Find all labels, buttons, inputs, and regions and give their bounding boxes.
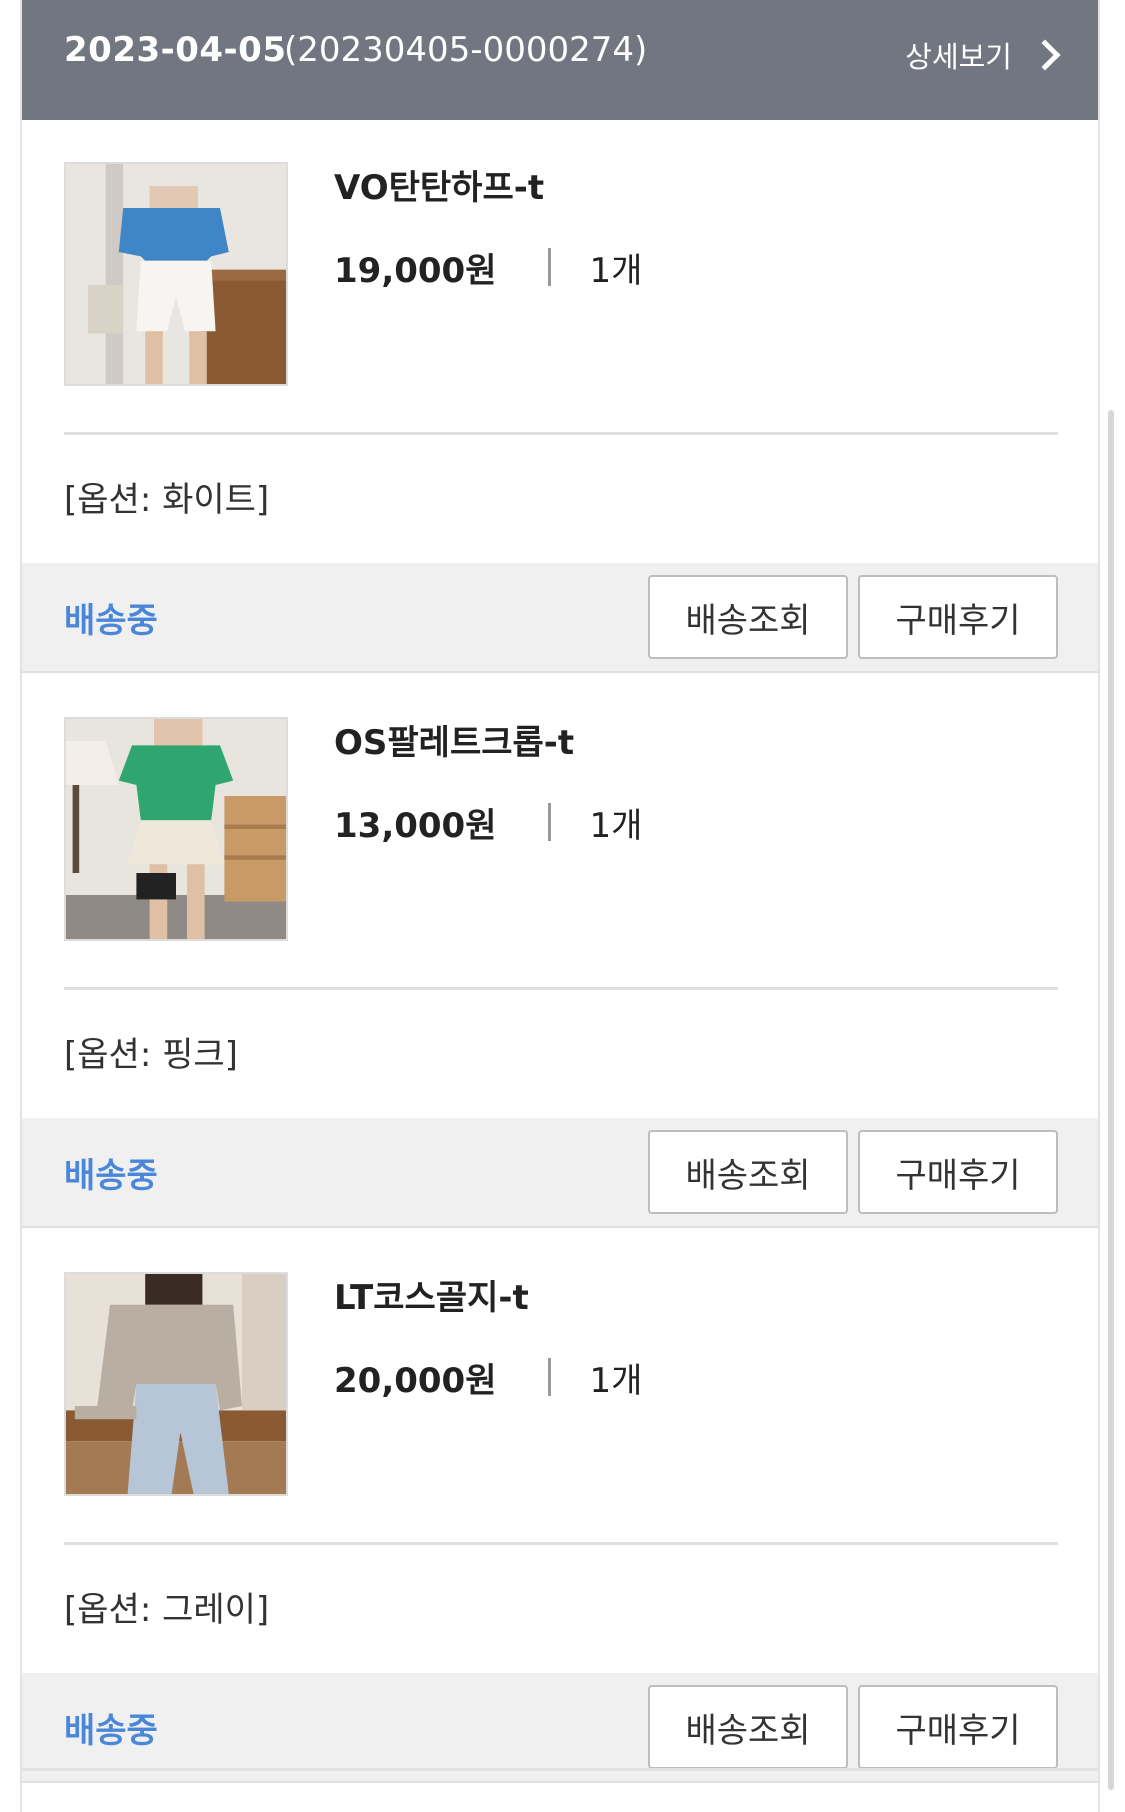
delivery-status: 배송중 bbox=[64, 1156, 158, 1196]
delivery-status: 배송중 bbox=[64, 1711, 158, 1751]
product-photo-icon bbox=[66, 719, 286, 939]
product-thumbnail[interactable] bbox=[64, 717, 288, 941]
price-qty-row: 20,000원 1개 bbox=[334, 1352, 642, 1402]
delivery-status: 배송중 bbox=[64, 601, 158, 641]
divider bbox=[22, 1768, 1098, 1771]
scrollbar[interactable] bbox=[1108, 410, 1114, 1790]
track-delivery-button[interactable]: 배송조회 bbox=[648, 575, 848, 659]
view-details-link[interactable]: 상세보기 bbox=[905, 30, 1061, 80]
order-card: 2023-04-05 (20230405-0000274) 상세보기 VO탄탄하… bbox=[20, 0, 1100, 1812]
divider bbox=[64, 1542, 1058, 1545]
product-name[interactable]: VO탄탄하프-t bbox=[334, 160, 544, 209]
item-status-bar: 배송중 배송조회 구매후기 bbox=[22, 563, 1098, 673]
order-number: (20230405-0000274) bbox=[284, 30, 648, 70]
product-name[interactable]: OS팔레트크롭-t bbox=[334, 715, 574, 764]
divider bbox=[548, 1358, 552, 1396]
product-thumbnail[interactable] bbox=[64, 162, 288, 386]
product-option: [옵션: 화이트] bbox=[64, 480, 270, 520]
divider bbox=[64, 987, 1058, 990]
price-qty-row: 19,000원 1개 bbox=[334, 242, 642, 292]
product-option: [옵션: 그레이] bbox=[64, 1590, 270, 1630]
write-review-button[interactable]: 구매후기 bbox=[858, 1130, 1058, 1214]
write-review-button[interactable]: 구매후기 bbox=[858, 575, 1058, 659]
product-quantity: 1개 bbox=[589, 250, 643, 291]
product-price: 19,000원 bbox=[334, 250, 497, 291]
product-quantity: 1개 bbox=[589, 1360, 643, 1401]
product-price: 20,000원 bbox=[334, 1360, 497, 1401]
chevron-right-icon bbox=[1029, 39, 1061, 71]
order-item: OS팔레트크롭-t 13,000원 1개 [옵션: 핑크] 배송중 배송조회 구… bbox=[22, 675, 1098, 1230]
product-option: [옵션: 핑크] bbox=[64, 1035, 238, 1075]
order-item: VO탄탄하프-t 19,000원 1개 [옵션: 화이트] 배송중 배송조회 구… bbox=[22, 120, 1098, 675]
product-photo-icon bbox=[66, 1274, 286, 1494]
write-review-button[interactable]: 구매후기 bbox=[858, 1685, 1058, 1769]
price-qty-row: 13,000원 1개 bbox=[334, 797, 642, 847]
product-thumbnail[interactable] bbox=[64, 1272, 288, 1496]
product-quantity: 1개 bbox=[589, 805, 643, 846]
track-delivery-button[interactable]: 배송조회 bbox=[648, 1130, 848, 1214]
item-status-bar: 배송중 배송조회 구매후기 bbox=[22, 1673, 1098, 1783]
divider bbox=[64, 432, 1058, 435]
order-item: LT코스골지-t 20,000원 1개 [옵션: 그레이] 배송중 배송조회 구… bbox=[22, 1230, 1098, 1785]
product-photo-icon bbox=[66, 164, 286, 384]
divider bbox=[548, 248, 552, 286]
product-name[interactable]: LT코스골지-t bbox=[334, 1270, 529, 1319]
product-price: 13,000원 bbox=[334, 805, 497, 846]
order-header: 2023-04-05 (20230405-0000274) 상세보기 bbox=[22, 0, 1098, 120]
track-delivery-button[interactable]: 배송조회 bbox=[648, 1685, 848, 1769]
divider bbox=[548, 803, 552, 841]
order-date: 2023-04-05 bbox=[64, 30, 287, 70]
item-status-bar: 배송중 배송조회 구매후기 bbox=[22, 1118, 1098, 1228]
view-details-label: 상세보기 bbox=[905, 40, 1012, 74]
